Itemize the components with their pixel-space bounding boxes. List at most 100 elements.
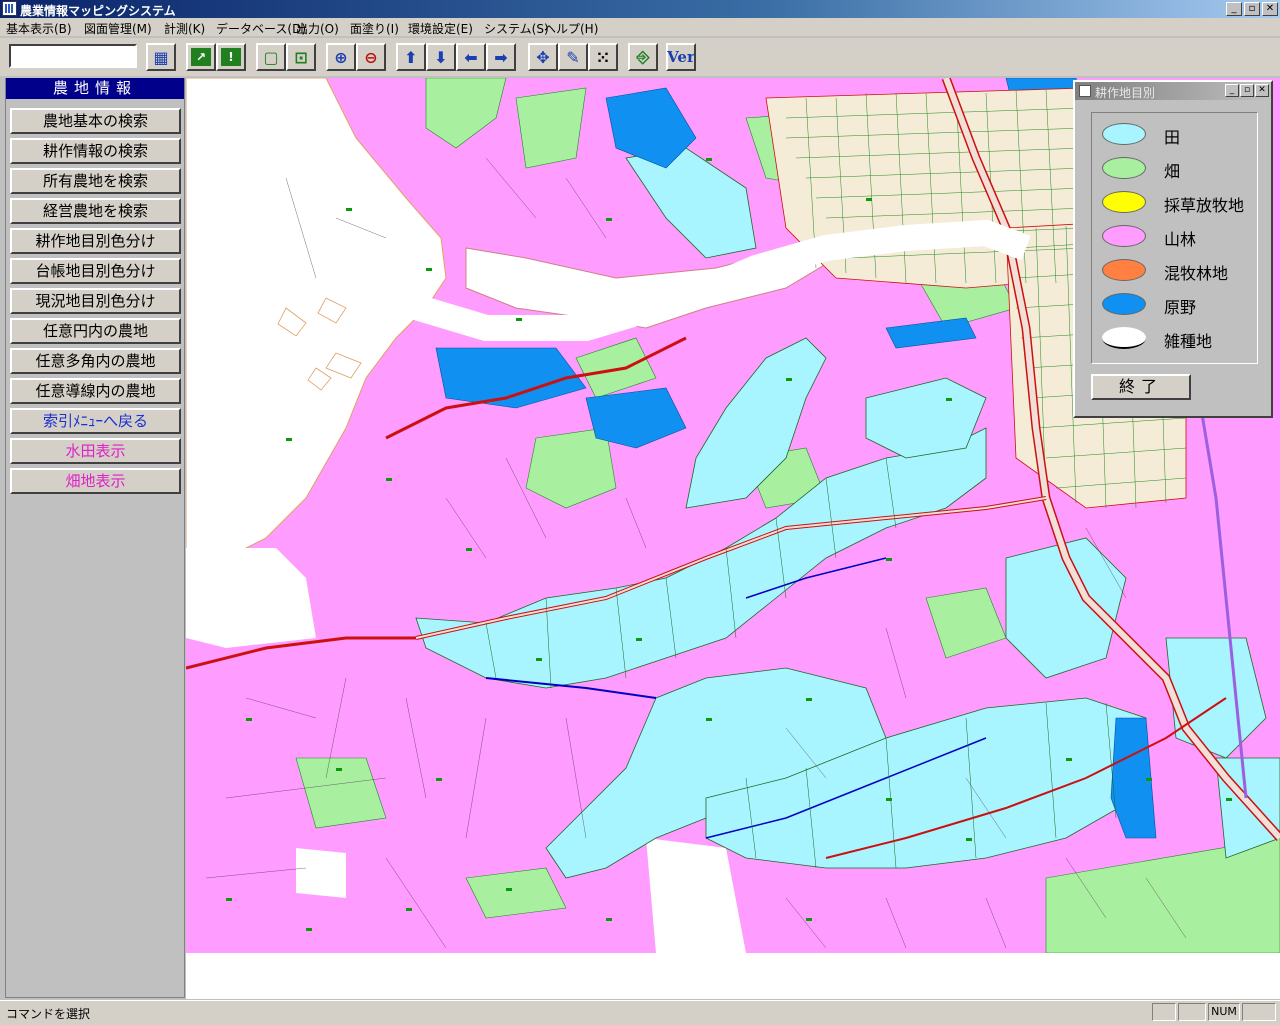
legend-swatch <box>1102 293 1146 315</box>
menu-settings[interactable]: 環境設定(E) <box>408 20 473 37</box>
menu-map-management[interactable]: 図面管理(M) <box>84 20 152 37</box>
menu-basic-display[interactable]: 基本表示(B) <box>6 20 72 37</box>
legend-label: 山林 <box>1164 230 1197 249</box>
legend-item-wild-land: 原野 <box>1102 291 1252 319</box>
app-icon[interactable] <box>2 1 17 16</box>
legend-item-pasture: 採草放牧地 <box>1102 189 1252 217</box>
minimize-button[interactable]: _ <box>1226 2 1242 16</box>
legend-swatch <box>1102 225 1146 247</box>
dots-icon: ⁙ <box>596 47 610 67</box>
grid-button[interactable]: ▦ <box>146 43 176 71</box>
status-pane <box>1152 1003 1176 1021</box>
status-num: NUM <box>1208 1003 1240 1021</box>
maximize-button[interactable]: ▫ <box>1244 2 1260 16</box>
search-owned-land-button[interactable]: 所有農地を検索 <box>10 168 181 194</box>
legend-item-misc-land: 雑種地 <box>1102 325 1252 353</box>
menu-output[interactable]: 出力(O) <box>296 20 339 37</box>
zoom-in-icon: ⊕ <box>334 47 348 67</box>
arrow-right-button[interactable]: ➡ <box>486 43 516 71</box>
legend-title: 耕作地目別 <box>1095 86 1156 100</box>
search-farmland-basic-button[interactable]: 農地基本の検索 <box>10 108 181 134</box>
status-text: コマンドを選択 <box>6 1007 91 1021</box>
color-by-cultivation-button[interactable]: 耕作地目別色分け <box>10 228 181 254</box>
legend-label: 雑種地 <box>1164 332 1213 351</box>
arrow-right-icon: ➡ <box>494 47 508 67</box>
search-managed-land-button[interactable]: 経営農地を検索 <box>10 198 181 224</box>
color-by-current-button[interactable]: 現況地目別色分け <box>10 288 181 314</box>
legend-end-button[interactable]: 終了 <box>1091 374 1191 400</box>
zoom-out-button[interactable]: ⊖ <box>356 43 386 71</box>
legend-label: 原野 <box>1164 298 1197 317</box>
panel-header: 農地情報 <box>6 78 184 99</box>
legend-item-field: 畑 <box>1102 155 1252 183</box>
pen-button[interactable]: ✎ <box>558 43 588 71</box>
close-button[interactable]: ✕ <box>1262 2 1278 16</box>
color-by-register-button[interactable]: 台帳地目別色分け <box>10 258 181 284</box>
legend-swatch <box>1102 259 1146 281</box>
monitor-alert-button[interactable]: ! <box>216 43 246 71</box>
status-bar: コマンドを選択 NUM <box>0 1000 1280 1025</box>
show-rice-paddy-button[interactable]: 水田表示 <box>10 438 181 464</box>
search-cultivation-button[interactable]: 耕作情報の検索 <box>10 138 181 164</box>
pan-button[interactable]: ✥ <box>528 43 558 71</box>
select-area-icon: ↗ <box>191 48 211 66</box>
legend-box: 田 畑 採草放牧地 山林 混牧林地 原野 雑種地 <box>1091 112 1258 364</box>
menu-bar: 基本表示(B) 図面管理(M) 計測(K) データベース(D) 出力(O) 面塗… <box>0 18 1280 36</box>
title-bar: 農業情報マッピングシステム _ ▫ ✕ <box>0 0 1280 18</box>
zoom-in-button[interactable]: ⊕ <box>326 43 356 71</box>
legend-window-icon <box>1079 85 1091 97</box>
window-title: 農業情報マッピングシステム <box>20 4 176 18</box>
line-select-button[interactable]: 任意導線内の農地 <box>10 378 181 404</box>
legend-minimize-button[interactable]: _ <box>1225 84 1239 97</box>
status-pane <box>1178 1003 1206 1021</box>
version-label: Ver <box>667 48 695 66</box>
legend-close-button[interactable]: ✕ <box>1255 84 1269 97</box>
door-exit-icon: ⎆ <box>636 47 650 66</box>
arrow-up-button[interactable]: ⬆ <box>396 43 426 71</box>
monitor-alert-icon: ! <box>221 48 241 66</box>
arrow-down-button[interactable]: ⬇ <box>426 43 456 71</box>
zoom-out-icon: ⊖ <box>364 47 378 67</box>
select-area-button[interactable]: ↗ <box>186 43 216 71</box>
frame-icon: ▢ <box>263 47 279 67</box>
back-to-index-button[interactable]: 索引ﾒﾆｭｰへ戻る <box>10 408 181 434</box>
status-pane <box>1242 1003 1276 1021</box>
frame-button[interactable]: ▢ <box>256 43 286 71</box>
legend-swatch <box>1102 327 1146 349</box>
menu-fill[interactable]: 面塗り(I) <box>350 20 399 37</box>
command-input[interactable] <box>9 44 137 68</box>
arrow-down-icon: ⬇ <box>434 47 448 67</box>
legend-window: 耕作地目別 _ ▫ ✕ 田 畑 採草放牧地 山林 混牧林地 原野 雑種地 終了 <box>1073 80 1273 418</box>
polygon-select-button[interactable]: 任意多角内の農地 <box>10 348 181 374</box>
legend-label: 田 <box>1164 128 1181 147</box>
legend-swatch <box>1102 123 1146 145</box>
menu-system[interactable]: システム(S) <box>484 20 549 37</box>
version-button[interactable]: Ver <box>666 43 696 71</box>
pan-icon: ✥ <box>536 47 550 67</box>
frame-fit-button[interactable]: ⊡ <box>286 43 316 71</box>
legend-swatch <box>1102 157 1146 179</box>
frame-fit-icon: ⊡ <box>294 47 308 67</box>
legend-swatch <box>1102 191 1146 213</box>
legend-label: 混牧林地 <box>1164 264 1229 283</box>
map-bottom-area <box>186 953 1280 999</box>
legend-item-mixed-forest: 混牧林地 <box>1102 257 1252 285</box>
arrow-left-button[interactable]: ⬅ <box>456 43 486 71</box>
legend-label: 畑 <box>1164 162 1181 181</box>
legend-item-forest: 山林 <box>1102 223 1252 251</box>
arrow-up-icon: ⬆ <box>404 47 418 67</box>
menu-help[interactable]: ヘルプ(H) <box>544 20 598 37</box>
menu-database[interactable]: データベース(D) <box>216 20 306 37</box>
arrow-left-icon: ⬅ <box>464 47 478 67</box>
show-field-button[interactable]: 畑地表示 <box>10 468 181 494</box>
grid-icon: ▦ <box>153 47 169 67</box>
pen-icon: ✎ <box>566 47 580 67</box>
exit-button[interactable]: ⎆ <box>628 43 658 71</box>
circle-select-button[interactable]: 任意円内の農地 <box>10 318 181 344</box>
legend-maximize-button[interactable]: ▫ <box>1240 84 1254 97</box>
dots-button[interactable]: ⁙ <box>588 43 618 71</box>
legend-item-paddy: 田 <box>1102 121 1252 149</box>
legend-title-bar[interactable]: 耕作地目別 _ ▫ ✕ <box>1075 82 1271 100</box>
legend-label: 採草放牧地 <box>1164 196 1245 215</box>
menu-measure[interactable]: 計測(K) <box>164 20 205 37</box>
